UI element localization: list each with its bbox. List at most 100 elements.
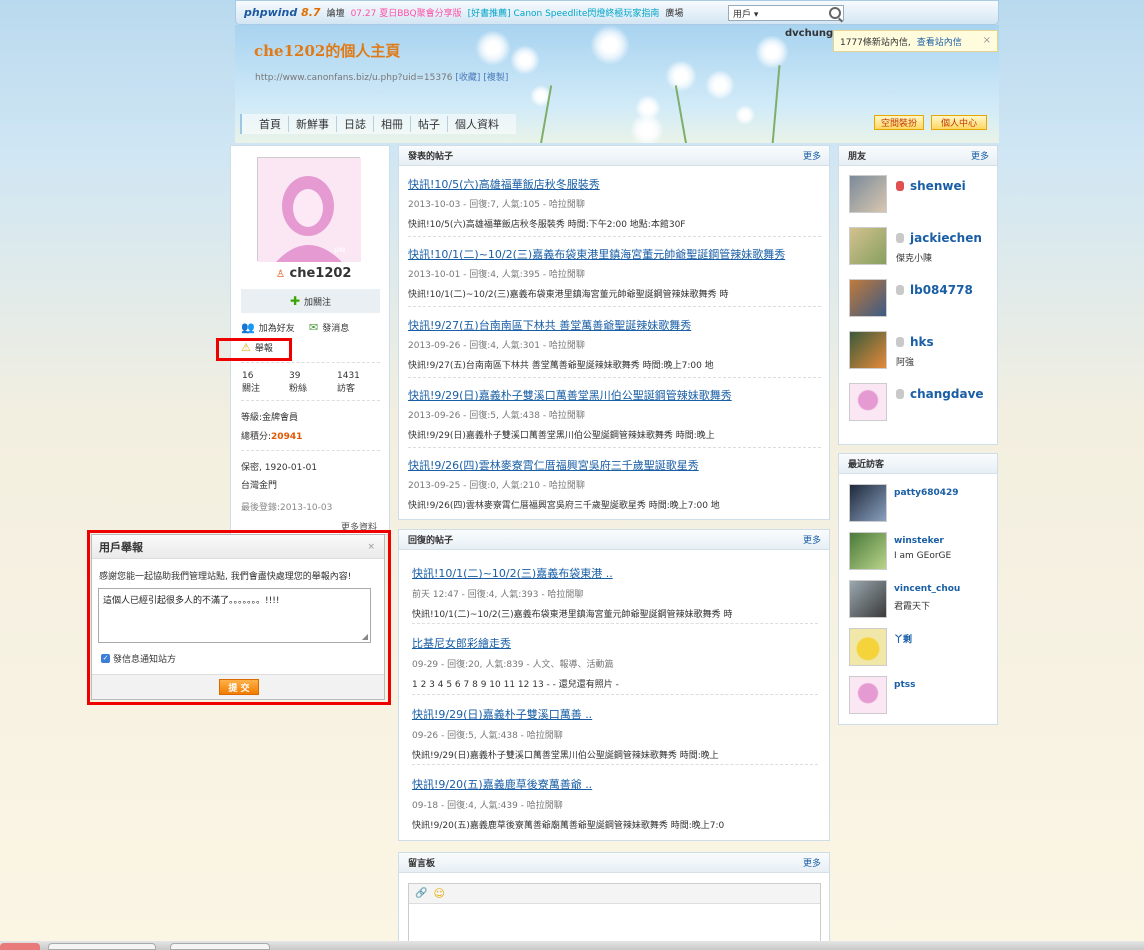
visitor-item[interactable]: ptss	[849, 676, 989, 716]
phpwind-logo[interactable]: phpwind 8.7	[244, 6, 321, 19]
search-type-select[interactable]: 用戶 ▾	[733, 7, 758, 20]
friend-item[interactable]: jackiechen 傑克小陳	[849, 227, 989, 267]
visitor-item[interactable]: winsteker I am GEorGE	[849, 532, 989, 572]
message-icon: ✉	[309, 321, 319, 334]
friends-panel-header: 朋友 更多	[839, 146, 997, 166]
copy-link[interactable]: [複製]	[483, 73, 508, 83]
user-icon	[896, 337, 904, 347]
user-icon	[896, 389, 904, 399]
nav-home[interactable]: 首頁	[252, 116, 289, 132]
post-title[interactable]: 快訊!10/5(六)高雄福華飯店秋冬服裝秀	[408, 176, 819, 192]
post-item: 快訊!9/26(四)雲林麥寮霄仁厝福興宮吳府三千歲聖誕歌星秀 2013-09-25…	[408, 457, 819, 511]
ticker-link-1[interactable]: 07.27 夏日BBQ聚會分享版	[351, 6, 462, 19]
friends-more-link[interactable]: 更多	[971, 149, 989, 162]
friend-item[interactable]: shenwei	[849, 175, 989, 215]
send-message-link[interactable]: ✉ 發消息	[309, 321, 349, 334]
search-input[interactable]: 用戶 ▾	[728, 5, 844, 21]
friend-item[interactable]: hks 阿強	[849, 331, 989, 371]
guestbook-header: 留言板 更多	[399, 853, 829, 873]
nav-profile[interactable]: 個人資料	[448, 116, 506, 132]
close-icon[interactable]: ×	[983, 35, 991, 46]
notice-text: 1777條新站內信,	[840, 37, 911, 48]
svg-text:pw: pw	[334, 245, 346, 254]
avatar[interactable]	[849, 279, 887, 317]
posts-panel-header: 發表的帖子 更多	[399, 146, 829, 166]
forum-link[interactable]: 論壇	[327, 6, 345, 19]
bookmark-link[interactable]: [收藏]	[455, 73, 480, 83]
search-icon[interactable]	[829, 7, 841, 19]
top-bar: phpwind 8.7 論壇 07.27 夏日BBQ聚會分享版 [好書推薦] C…	[235, 0, 999, 25]
reply-title[interactable]: 比基尼女郎彩繪走秀	[412, 635, 822, 651]
guestbook-panel: 留言板 更多 🔗 ☺	[398, 852, 830, 944]
profile-nav: 首頁 新鮮事 日誌 相冊 帖子 個人資料	[240, 114, 516, 134]
avatar-image: pw	[258, 158, 361, 262]
nav-news[interactable]: 新鮮事	[289, 116, 337, 132]
friend-item[interactable]: changdave	[849, 383, 989, 423]
user-icon: ♙	[276, 269, 285, 280]
avatar[interactable]	[849, 532, 887, 570]
visitor-item[interactable]: patty680429	[849, 484, 989, 524]
reply-title[interactable]: 快訊!10/1(二)~10/2(三)嘉義布袋東港 ..	[412, 565, 822, 581]
visitor-item[interactable]: vincent_chou 君霞天下	[849, 580, 989, 620]
current-user[interactable]: dvchung	[785, 28, 833, 39]
post-title[interactable]: 快訊!9/29(日)嘉義朴子雙溪口萬善堂黑川伯公聖誕鋼管辣妹歌舞秀	[408, 387, 819, 403]
stat-fans[interactable]: 39 粉絲	[289, 371, 307, 394]
emoticon-icon[interactable]: ☺	[433, 887, 444, 900]
avatar: pw	[257, 157, 361, 262]
reply-title[interactable]: 快訊!9/29(日)嘉義朴子雙溪口萬善 ..	[412, 706, 822, 722]
avatar[interactable]	[849, 227, 887, 265]
post-title[interactable]: 快訊!9/26(四)雲林麥寮霄仁厝福興宮吳府三千歲聖誕歌星秀	[408, 457, 819, 473]
link-icon[interactable]: 🔗	[415, 888, 427, 899]
visitors-panel-header: 最近訪客	[839, 454, 997, 474]
reply-item: 比基尼女郎彩繪走秀 09-29 - 回復:20, 人氣:839 - 人文、報導、活…	[412, 635, 822, 690]
post-title[interactable]: 快訊!10/1(二)~10/2(三)嘉義布袋東港里鎮海宮董元帥爺聖誕鋼管辣妹歌舞…	[408, 246, 819, 262]
avatar[interactable]	[849, 676, 887, 714]
follow-button[interactable]: ✚ 加關注	[241, 289, 380, 313]
post-title[interactable]: 快訊!9/27(五)台南南區下林共 善堂萬善爺聖誕辣妹歌舞秀	[408, 317, 819, 333]
reply-item: 快訊!10/1(二)~10/2(三)嘉義布袋東港 .. 前天 12:47 - 回復…	[412, 565, 822, 620]
visitor-item[interactable]: 丫剩	[849, 628, 989, 668]
avatar[interactable]	[849, 331, 887, 369]
post-item: 快訊!10/1(二)~10/2(三)嘉義布袋東港里鎮海宮董元帥爺聖誕鋼管辣妹歌舞…	[408, 246, 819, 300]
guestbook-editor[interactable]: 🔗 ☺	[408, 883, 821, 943]
points-info: 總積分:20941	[241, 432, 303, 442]
avatar[interactable]	[849, 175, 887, 213]
report-highlight	[216, 338, 292, 361]
add-friend-icon: 👥	[241, 321, 255, 334]
page-title: che1202的個人主頁	[254, 42, 401, 60]
nav-diary[interactable]: 日誌	[337, 116, 374, 132]
user-icon	[896, 181, 904, 191]
avatar[interactable]	[849, 628, 887, 666]
avatar[interactable]	[849, 580, 887, 618]
avatar[interactable]	[849, 484, 887, 522]
friend-item[interactable]: lb084778	[849, 279, 989, 319]
stat-following[interactable]: 16 關注	[242, 371, 260, 394]
post-item: 快訊!9/27(五)台南南區下林共 善堂萬善爺聖誕辣妹歌舞秀 2013-09-26…	[408, 317, 819, 371]
reply-title[interactable]: 快訊!9/20(五)嘉義鹿草後寮萬善爺 ..	[412, 776, 822, 792]
guestbook-more-link[interactable]: 更多	[803, 856, 821, 869]
user-center-button[interactable]: 個人中心	[931, 115, 987, 130]
replies-more-link[interactable]: 更多	[803, 533, 821, 546]
browser-bottom-bar	[0, 941, 1144, 950]
profile-url: http://www.canonfans.biz/u.php?uid=15376…	[255, 73, 509, 83]
decorate-button[interactable]: 空間裝扮	[874, 115, 924, 130]
avatar[interactable]	[849, 383, 887, 421]
reply-item: 快訊!9/20(五)嘉義鹿草後寮萬善爺 .. 09-18 - 回復:4, 人氣:4…	[412, 776, 822, 831]
username: ♙ che1202	[276, 266, 352, 281]
square-link[interactable]: 廣場	[665, 6, 683, 19]
replies-panel: 回復的帖子 更多 快訊!10/1(二)~10/2(三)嘉義布袋東港 .. 前天 12…	[398, 529, 830, 841]
view-messages-link[interactable]: 查看站內信	[917, 35, 962, 48]
last-login-info: 最後登錄:2013-10-03	[241, 503, 333, 513]
posts-more-link[interactable]: 更多	[803, 149, 821, 162]
stat-visitors[interactable]: 1431 訪客	[337, 371, 360, 394]
user-icon	[896, 285, 904, 295]
posts-panel: 發表的帖子 更多 快訊!10/5(六)高雄福華飯店秋冬服裝秀 2013-10-03 …	[398, 145, 830, 520]
post-item: 快訊!10/5(六)高雄福華飯店秋冬服裝秀 2013-10-03 - 回復:7, …	[408, 176, 819, 230]
user-icon	[896, 233, 904, 243]
reply-item: 快訊!9/29(日)嘉義朴子雙溪口萬善 .. 09-26 - 回復:5, 人氣:4…	[412, 706, 822, 761]
nav-posts[interactable]: 帖子	[411, 116, 448, 132]
ticker-link-2[interactable]: [好書推薦] Canon Speedlite閃燈終極玩家指南	[468, 6, 660, 19]
add-friend-link[interactable]: 👥 加為好友	[241, 321, 295, 334]
nav-album[interactable]: 相冊	[374, 116, 411, 132]
dialog-highlight	[87, 530, 391, 705]
